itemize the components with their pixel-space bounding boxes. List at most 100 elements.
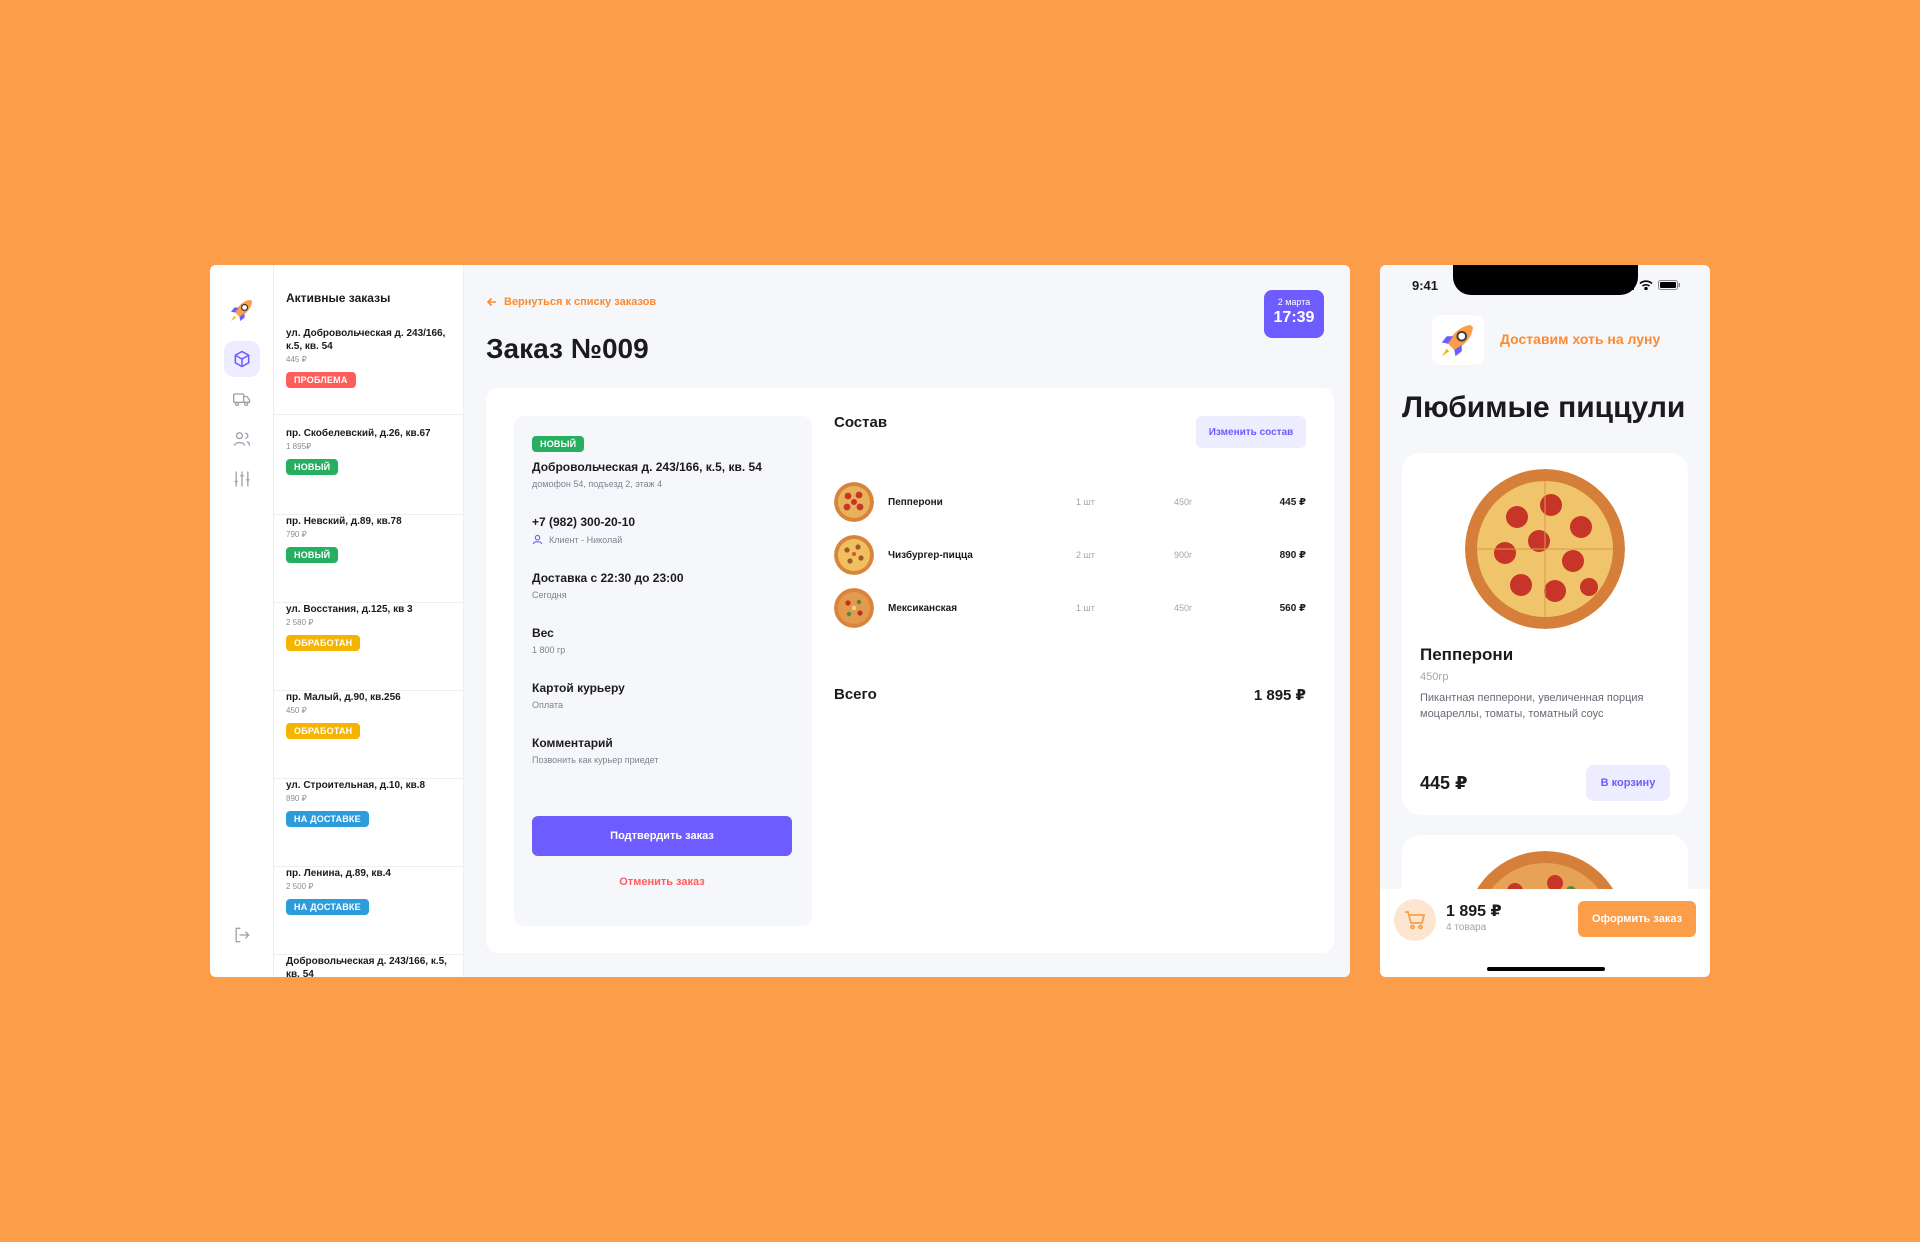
product-name: Пепперони <box>1420 645 1514 664</box>
weight-value: 1 800 гр <box>532 645 566 655</box>
item-weight: 450г <box>1174 603 1193 613</box>
order-item[interactable]: ул. Восстания, д.125, кв 3 2 580 ₽ ОБРАБ… <box>274 603 463 691</box>
date-chip: 2 марта 17:39 <box>1264 290 1324 338</box>
composition-row: Пепперони 1 шт 450г 445 ₽ <box>834 480 1306 524</box>
order-item[interactable]: Добровольческая д. 243/166, к.5, кв. 54 <box>274 955 463 977</box>
order-price: 2 580 ₽ <box>286 618 314 627</box>
back-link-label: Вернуться к списку заказов <box>504 296 657 308</box>
order-item[interactable]: пр. Малый, д.90, кв.256 450 ₽ ОБРАБОТАН <box>274 691 463 779</box>
status-badge: НОВЫЙ <box>286 547 339 563</box>
back-link[interactable]: Вернуться к списку заказов <box>486 296 656 308</box>
status-badge: НА ДОСТАВКЕ <box>286 899 369 915</box>
status-time: 9:41 <box>1412 278 1439 293</box>
order-price: 2 500 ₽ <box>286 882 314 891</box>
order-price: 890 ₽ <box>286 794 307 803</box>
item-weight: 900г <box>1174 550 1193 560</box>
settings-nav-button[interactable] <box>224 461 260 497</box>
sidebar-rail <box>210 265 274 977</box>
phone-notch <box>1453 265 1638 295</box>
status-badge: НОВЫЙ <box>532 436 585 452</box>
phone-number[interactable]: +7 (982) 300-20-10 <box>532 515 794 529</box>
cart-icon <box>1405 911 1426 930</box>
orders-nav-button[interactable] <box>224 341 260 377</box>
battery-icon <box>1658 280 1680 290</box>
wifi-icon <box>1639 280 1653 290</box>
order-address: Добровольческая д. 243/166, к.5, кв. 54 <box>286 956 447 977</box>
pizza-image <box>1465 469 1625 629</box>
desktop-window: Активные заказы ул. Добровольческая д. 2… <box>210 265 1350 977</box>
item-price: 445 ₽ <box>1279 496 1306 508</box>
address-title: Добровольческая д. 243/166, к.5, кв. 54 <box>532 460 762 474</box>
status-badge: ОБРАБОТАН <box>286 723 361 739</box>
item-name: Чизбургер-пицца <box>888 549 973 561</box>
order-item[interactable]: пр. Ленина, д.89, кв.4 2 500 ₽ НА ДОСТАВ… <box>274 867 463 955</box>
mobile-screen: 9:41 Доставим хоть на луну Любимые пиццу… <box>1380 265 1710 977</box>
item-weight: 450г <box>1174 497 1193 507</box>
signal-icon <box>1620 280 1634 290</box>
add-to-cart-button[interactable]: В корзину <box>1586 765 1670 801</box>
status-badge: ПРОБЛЕМА <box>286 372 356 388</box>
weight-title: Вес <box>532 626 554 640</box>
delivery-nav-button[interactable] <box>224 381 260 417</box>
date-label: 2 марта <box>1277 297 1311 307</box>
time-label: 17:39 <box>1273 309 1315 326</box>
item-price: 890 ₽ <box>1279 549 1306 561</box>
status-icons <box>1620 280 1680 290</box>
order-address: пр. Невский, д.89, кв.78 <box>286 516 402 527</box>
client-name: Клиент - Николай <box>549 534 623 545</box>
status-badge: НОВЫЙ <box>286 459 339 475</box>
order-item[interactable]: пр. Невский, д.89, кв.78 790 ₽ НОВЫЙ <box>274 515 463 603</box>
checkout-button[interactable]: Оформить заказ <box>1578 901 1696 937</box>
product-card[interactable]: Пепперони 450гр Пикантная пепперони, уве… <box>1402 453 1688 815</box>
rocket-logo[interactable] <box>225 293 259 327</box>
logout-button[interactable] <box>224 917 260 953</box>
box-icon <box>234 350 250 368</box>
app-logo <box>1432 315 1484 365</box>
item-name: Мексиканская <box>888 602 958 614</box>
sliders-icon <box>234 471 250 487</box>
order-address: пр. Малый, д.90, кв.256 <box>286 692 401 703</box>
orders-list: Активные заказы ул. Добровольческая д. 2… <box>274 265 464 977</box>
order-price: 450 ₽ <box>286 706 307 715</box>
order-price: 1 895₽ <box>286 442 312 451</box>
arrow-left-icon <box>486 297 496 307</box>
item-price: 560 ₽ <box>1279 602 1306 614</box>
edit-composition-button[interactable]: Изменить состав <box>1196 416 1306 448</box>
users-icon <box>233 432 251 446</box>
order-item[interactable]: ул. Добровольческая д. 243/166, к.5, кв.… <box>274 327 463 415</box>
order-address: ул. Восстания, д.125, кв 3 <box>286 604 413 615</box>
product-description: Пикантная пепперони, увеличенная порция … <box>1420 692 1644 720</box>
clients-nav-button[interactable] <box>224 421 260 457</box>
total-value: 1 895 ₽ <box>1253 687 1306 704</box>
rocket-logo <box>1441 325 1473 357</box>
cart-button[interactable] <box>1394 899 1436 941</box>
cancel-order-button[interactable]: Отменить заказ <box>532 876 792 888</box>
item-qty: 2 шт <box>1076 550 1095 560</box>
order-address: пр. Ленина, д.89, кв.4 <box>286 868 391 879</box>
truck-icon <box>233 393 251 407</box>
cart-bar: 1 895 ₽ 4 товара Оформить заказ <box>1380 889 1710 977</box>
logout-icon <box>235 927 250 943</box>
address-sub: домофон 54, подъезд 2, этаж 4 <box>532 479 663 489</box>
product-weight: 450гр <box>1420 671 1449 683</box>
user-icon <box>532 534 543 545</box>
home-indicator <box>1487 967 1605 971</box>
item-name: Пепперони <box>888 496 943 508</box>
order-item[interactable]: ул. Строительная, д.10, кв.8 890 ₽ НА ДО… <box>274 779 463 867</box>
delivery-sub: Сегодня <box>532 590 567 600</box>
confirm-order-button[interactable]: Подтвердить заказ <box>532 816 792 856</box>
pizza-image <box>834 482 874 522</box>
pizza-image <box>834 588 874 628</box>
order-item[interactable]: пр. Скобелевский, д.26, кв.67 1 895₽ НОВ… <box>274 427 463 515</box>
composition-row: Мексиканская 1 шт 450г 560 ₽ <box>834 586 1306 630</box>
order-price: 445 ₽ <box>286 355 307 364</box>
item-qty: 1 шт <box>1076 603 1095 613</box>
delivery-title: Доставка с 22:30 до 23:00 <box>532 571 684 585</box>
orders-title: Активные заказы <box>286 291 391 305</box>
order-address: пр. Скобелевский, д.26, кв.67 <box>286 428 431 439</box>
catalog-heading: Любимые пиццули <box>1402 391 1686 424</box>
composition-row: Чизбургер-пицца 2 шт 900г 890 ₽ <box>834 533 1306 577</box>
comment-title: Комментарий <box>532 736 613 750</box>
total-label: Всего <box>834 686 877 703</box>
payment-title: Картой курьеру <box>532 681 625 695</box>
